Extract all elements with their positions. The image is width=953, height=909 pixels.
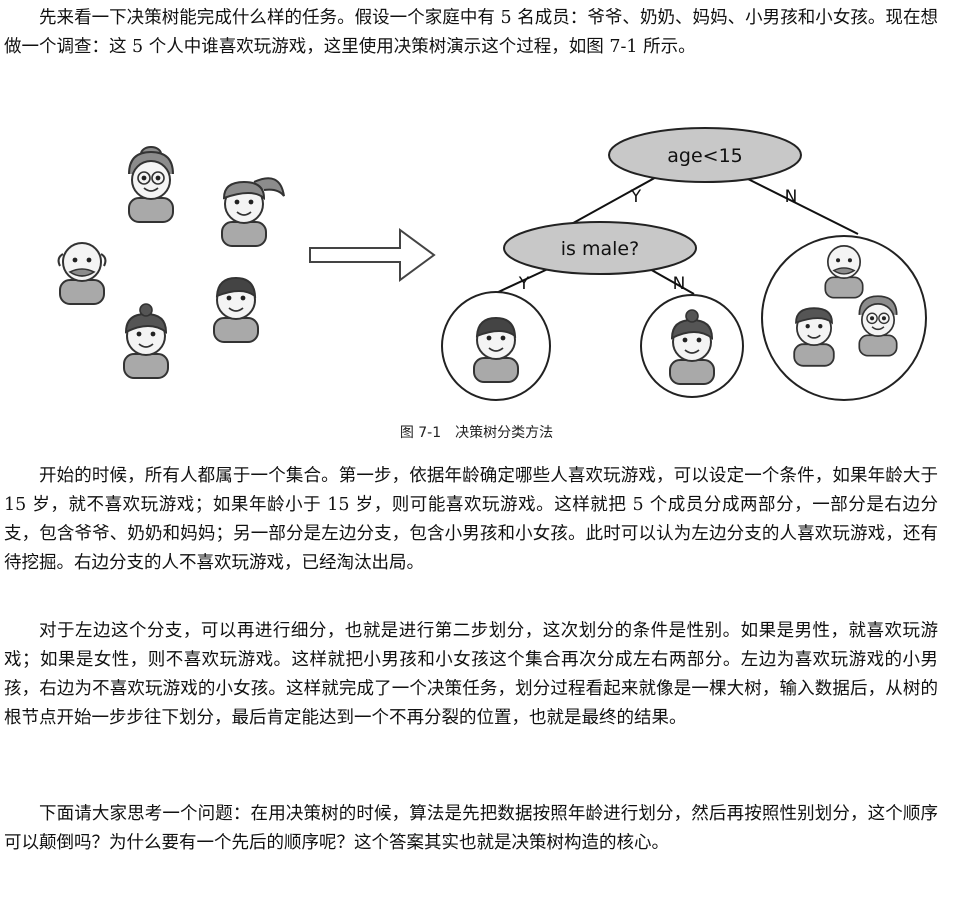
sub-condition-label: is male? <box>561 238 639 260</box>
boy-icon <box>473 316 519 383</box>
root-condition-label: age<15 <box>667 145 743 167</box>
girl-icon <box>123 303 169 379</box>
body-paragraph-2: 对于左边这个分支，可以再进行细分，也就是进行第二步划分，这次划分的条件是性别。如… <box>4 621 938 728</box>
body-paragraph-1: 开始的时候，所有人都属于一个集合。第一步，依据年龄确定哪些人喜欢玩游戏，可以设定… <box>4 466 938 573</box>
root-node: age<15 <box>608 127 802 183</box>
root-yes-label: Y <box>630 187 642 207</box>
leaf-girl <box>640 294 744 398</box>
figure-caption: 图 7-1 决策树分类方法 <box>399 425 554 441</box>
family-group <box>57 146 285 379</box>
mom-icon <box>221 177 285 247</box>
sub-node: is male? <box>503 221 697 275</box>
sub-no-label: N <box>673 274 686 294</box>
grandma-icon <box>858 295 898 357</box>
leaf-boy <box>441 291 551 401</box>
intro-paragraph: 先来看一下决策树能完成什么样的任务。假设一个家庭中有 5 名成员：爷爷、奶奶、妈… <box>4 8 938 57</box>
arrow-right-icon <box>309 228 436 282</box>
leaf-adults <box>761 235 927 401</box>
figure-decision-tree: age<15 Y N is male? Y N <box>8 122 933 418</box>
grandpa-icon <box>824 245 864 299</box>
grandpa-icon <box>57 242 107 305</box>
grandma-icon <box>128 146 174 223</box>
mom-icon <box>793 307 835 367</box>
boy-icon <box>213 276 259 343</box>
sub-yes-label: Y <box>518 274 530 294</box>
body-paragraph-3: 下面请大家思考一个问题：在用决策树的时候，算法是先把数据按照年龄进行划分，然后再… <box>4 804 938 853</box>
root-no-label: N <box>785 187 798 207</box>
